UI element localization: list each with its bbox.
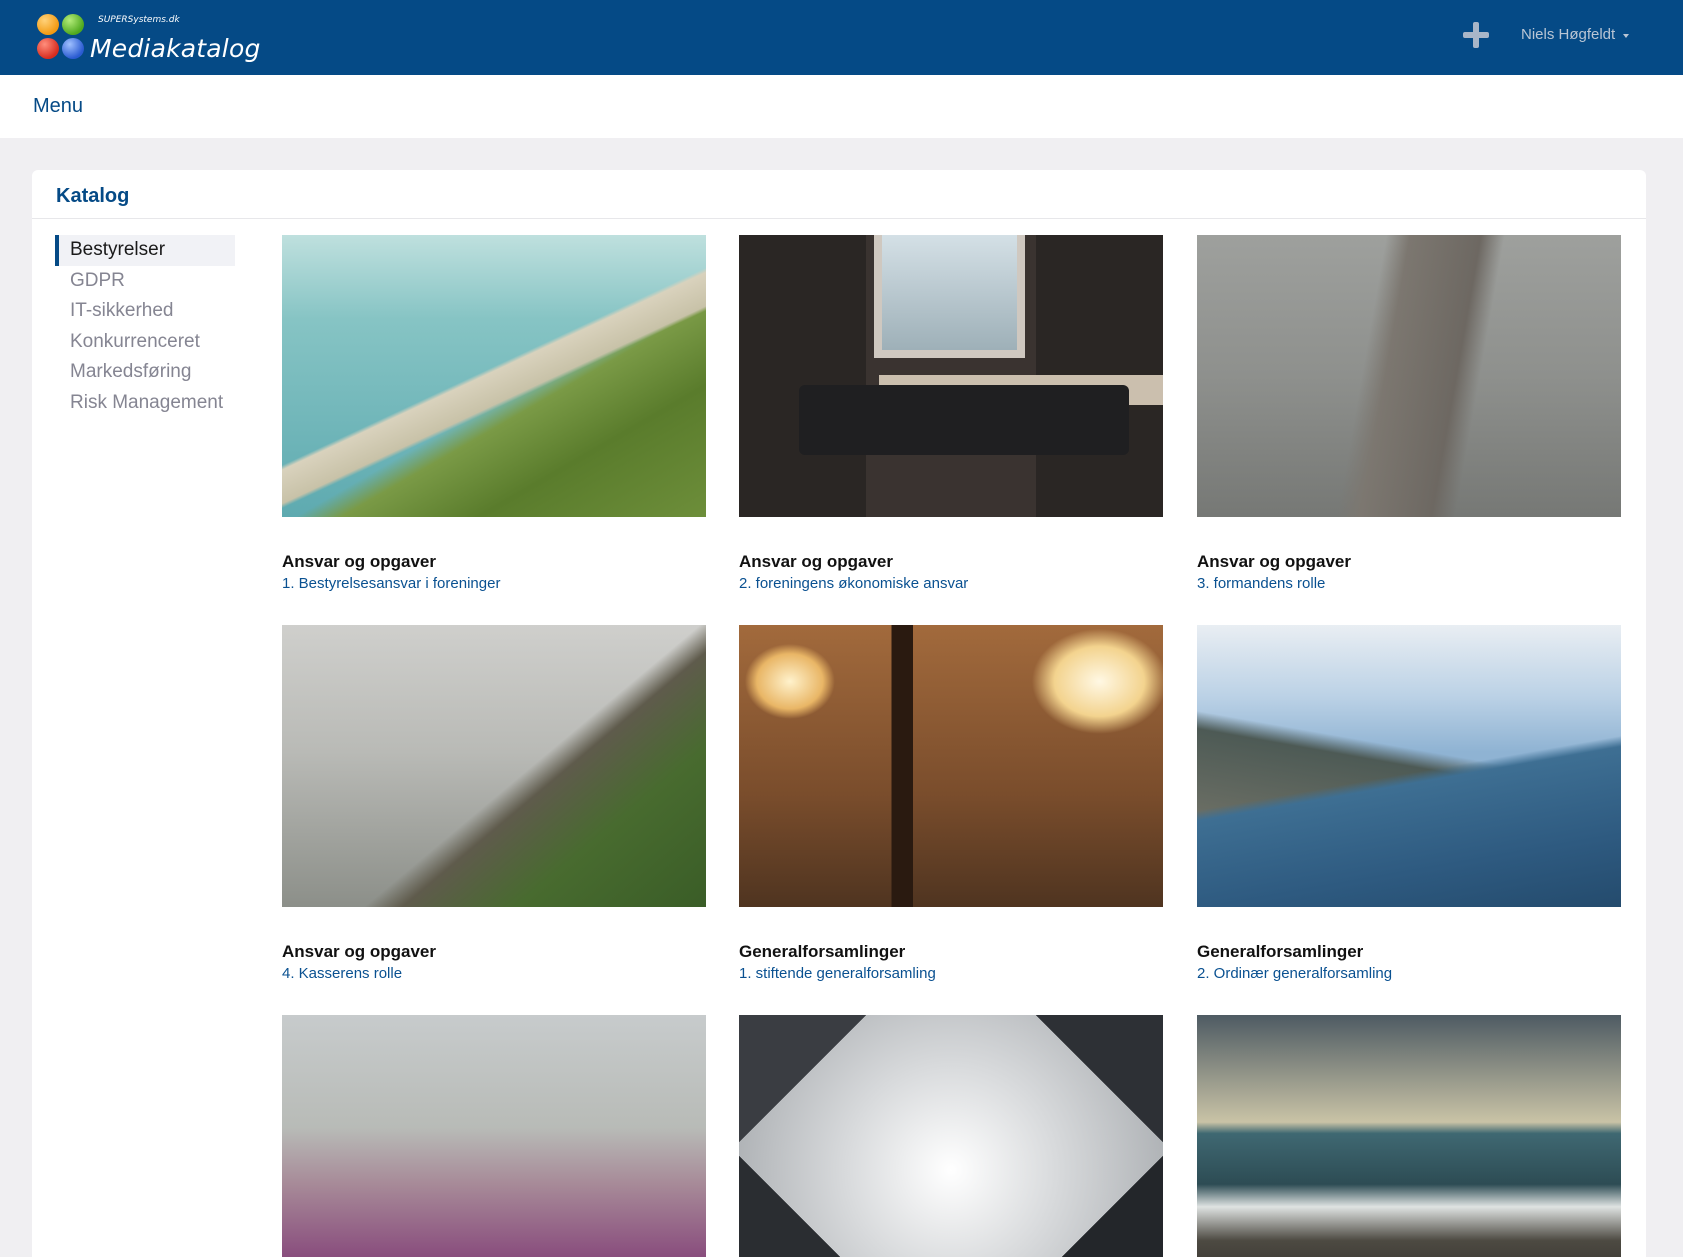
media-thumbnail[interactable]: [282, 235, 706, 517]
category-markedsforing[interactable]: Markedsføring: [55, 357, 235, 388]
media-thumbnail[interactable]: [282, 1015, 706, 1257]
category-it-sikkerhed[interactable]: IT-sikkerhed: [55, 296, 235, 327]
media-title[interactable]: Generalforsamlinger: [1197, 942, 1621, 962]
category-sidebar: Bestyrelser GDPR IT-sikkerhed Konkurrenc…: [55, 235, 235, 418]
supersystems-logo-icon[interactable]: [37, 14, 89, 60]
media-thumbnail[interactable]: [739, 625, 1163, 907]
media-tile[interactable]: [1197, 1015, 1621, 1257]
media-subtitle[interactable]: 2. foreningens økonomiske ansvar: [739, 575, 1163, 592]
catalog-title: Katalog: [56, 185, 130, 207]
category-bestyrelser[interactable]: Bestyrelser: [55, 235, 235, 266]
media-subtitle[interactable]: 2. Ordinær generalforsamling: [1197, 965, 1621, 982]
media-thumbnail[interactable]: [1197, 625, 1621, 907]
media-title[interactable]: Ansvar og opgaver: [282, 942, 706, 962]
media-tile[interactable]: [739, 1015, 1163, 1257]
user-menu[interactable]: Niels Høgfeldt: [1521, 26, 1630, 43]
media-tile[interactable]: Ansvar og opgaver 3. formandens rolle: [1197, 235, 1621, 592]
category-konkurrenceret[interactable]: Konkurrenceret: [55, 327, 235, 358]
menu-button[interactable]: Menu: [33, 95, 83, 118]
media-tile[interactable]: Generalforsamlinger 2. Ordinær generalfo…: [1197, 625, 1621, 982]
category-gdpr[interactable]: GDPR: [55, 266, 235, 297]
menu-bar: Menu: [0, 75, 1683, 138]
media-subtitle[interactable]: 1. stiftende generalforsamling: [739, 965, 1163, 982]
media-thumbnail[interactable]: [1197, 235, 1621, 517]
add-icon[interactable]: [1463, 22, 1489, 48]
category-risk-management[interactable]: Risk Management: [55, 388, 235, 419]
media-title[interactable]: Generalforsamlinger: [739, 942, 1163, 962]
brand-domain: SUPERSystems.dk: [98, 15, 180, 25]
media-tile[interactable]: Ansvar og opgaver 4. Kasserens rolle: [282, 625, 706, 982]
media-thumbnail[interactable]: [1197, 1015, 1621, 1257]
media-tile[interactable]: Ansvar og opgaver 2. foreningens økonomi…: [739, 235, 1163, 592]
media-tile[interactable]: [282, 1015, 706, 1257]
user-name: Niels Høgfeldt: [1521, 26, 1616, 43]
media-thumbnail[interactable]: [739, 1015, 1163, 1257]
catalog-panel: Katalog Bestyrelser GDPR IT-sikkerhed Ko…: [32, 170, 1646, 1257]
catalog-header: Katalog: [32, 170, 1646, 219]
media-thumbnail[interactable]: [739, 235, 1163, 517]
top-navbar: SUPERSystems.dk Mediakatalog Niels Høgfe…: [0, 0, 1683, 75]
media-subtitle[interactable]: 3. formandens rolle: [1197, 575, 1621, 592]
media-title[interactable]: Ansvar og opgaver: [739, 552, 1163, 572]
app-title[interactable]: Mediakatalog: [90, 34, 261, 63]
media-title[interactable]: Ansvar og opgaver: [282, 552, 706, 572]
media-subtitle[interactable]: 4. Kasserens rolle: [282, 965, 706, 982]
media-tile[interactable]: Generalforsamlinger 1. stiftende general…: [739, 625, 1163, 982]
media-tile[interactable]: Ansvar og opgaver 1. Bestyrelsesansvar i…: [282, 235, 706, 592]
media-subtitle[interactable]: 1. Bestyrelsesansvar i foreninger: [282, 575, 706, 592]
media-thumbnail[interactable]: [282, 625, 706, 907]
caret-down-icon: [1623, 33, 1630, 38]
media-title[interactable]: Ansvar og opgaver: [1197, 552, 1621, 572]
